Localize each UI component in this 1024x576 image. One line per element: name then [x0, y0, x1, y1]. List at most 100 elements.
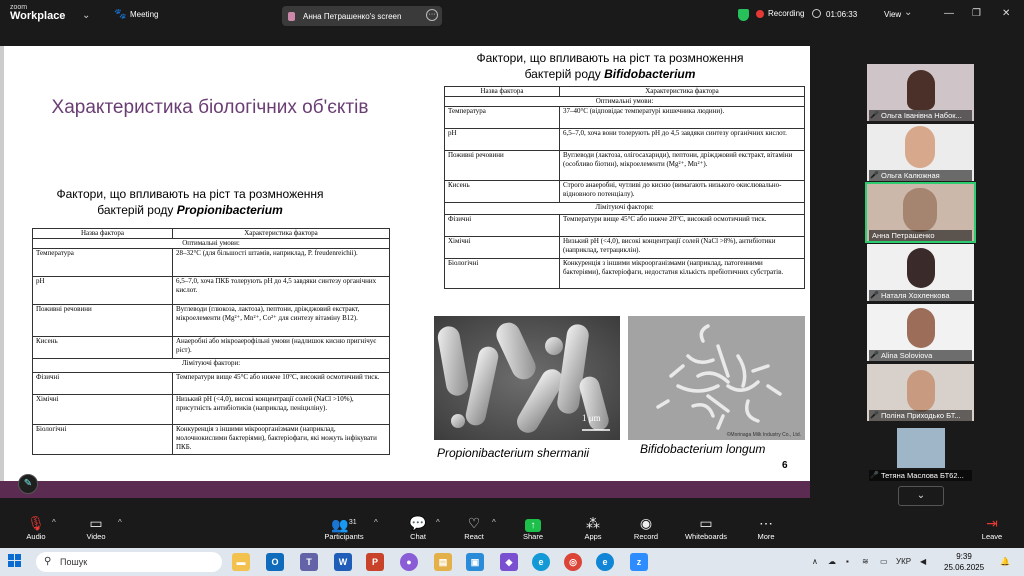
left-heading-prefix: бактерій роду [97, 203, 177, 217]
teams-icon[interactable]: T [300, 553, 318, 571]
cloud-icon[interactable]: ☁ [828, 557, 836, 566]
outlook-icon[interactable]: O [266, 553, 284, 571]
participant-video [905, 126, 935, 168]
app-tray-icon[interactable]: ▪ [846, 557, 849, 566]
apps-label: Apps [584, 532, 602, 541]
app-icon[interactable]: ◆ [500, 553, 518, 571]
react-label: React [464, 532, 484, 541]
meeting-toolbar: 🎙 Audio ^ ▭ Video ^ 👥31 Participants ^ 💬 Cha… [0, 510, 1024, 548]
record-icon: ◉ [639, 515, 653, 531]
participant-tile[interactable]: 🎤 Ольга Калюжная [867, 124, 974, 181]
app-icon[interactable]: ▤ [434, 553, 452, 571]
row-name: Хімічні [444, 236, 560, 259]
audio-caret-icon[interactable]: ^ [52, 518, 56, 527]
file-explorer-icon[interactable]: ▬ [232, 553, 250, 571]
participant-tile[interactable]: 🎤 Alina Soloviova [867, 304, 974, 361]
participant-tile[interactable]: 🎤 Наталя Хохленкова [867, 244, 974, 301]
participant-video [907, 308, 935, 348]
word-icon[interactable]: W [334, 553, 352, 571]
participant-tile-active[interactable]: Анна Петрашенко [865, 182, 976, 243]
app-icon[interactable]: ● [400, 553, 418, 571]
participant-video [907, 248, 935, 288]
participant-tile[interactable]: 🎤 Ольга Іванівна Набок... [867, 64, 974, 121]
participant-name: Alina Soloviova [869, 350, 972, 361]
gallery-scroll-down-button[interactable]: ⌄ [898, 486, 944, 506]
participants-button[interactable]: 👥31 Participants [314, 514, 374, 541]
more-label: More [757, 532, 775, 541]
notification-icon[interactable]: 🔔 [1000, 557, 1010, 566]
participant-video [907, 70, 935, 110]
annotate-pen-icon[interactable]: ✎ [18, 474, 38, 494]
restore-icon[interactable]: ❐ [972, 8, 981, 19]
battery-icon[interactable]: ▭ [880, 557, 888, 566]
participant-name: Ольга Калюжная [869, 170, 972, 181]
zoom-logo: zoom Workplace [10, 4, 65, 22]
participant-tile[interactable]: 🎤 Тетяна Маслова БТ62... [867, 424, 974, 481]
react-caret-icon[interactable]: ^ [492, 518, 496, 527]
timer-icon [812, 9, 821, 18]
chat-label: Chat [410, 532, 426, 541]
record-button[interactable]: ◉ Record [616, 514, 676, 541]
col-header-desc: Характеристика фактора [559, 86, 805, 97]
participant-name: Поліна Приходько БТ... [869, 410, 972, 421]
row-desc: Низький pH (<4,0), високі концентрації с… [559, 236, 805, 259]
windows-start-icon[interactable] [8, 554, 22, 568]
participant-name: Анна Петрашенко [869, 230, 972, 241]
wifi-icon[interactable]: ≋ [862, 557, 869, 566]
recording-indicator[interactable]: Recording [756, 9, 804, 18]
edge-icon[interactable]: e [532, 553, 550, 571]
mic-muted-icon: 🎙 [27, 515, 45, 531]
row-desc: Вуглеводи (лактоза, олігосахариди), пепт… [559, 150, 805, 181]
right-heading-prefix: бактерій роду [524, 67, 605, 81]
chat-caret-icon[interactable]: ^ [436, 518, 440, 527]
row-desc: 6,5–7,0, хоча вони толерують pH до 4,5 з… [559, 128, 805, 151]
whiteboards-button[interactable]: ▭ Whiteboards [676, 514, 736, 541]
row-name: Біологічні [444, 258, 560, 289]
row-name: Температура [444, 106, 560, 129]
row-desc: Анаеробні або мікроаерофільні умови (над… [172, 336, 390, 359]
audio-button[interactable]: 🎙 Audio [6, 514, 66, 541]
caption-bifidobacterium: Bifidobacterium longum [640, 442, 766, 456]
apps-button[interactable]: ⁂ Apps [563, 514, 623, 541]
section-limiting: Лімітуючі фактори: [32, 358, 390, 373]
search-icon: ⚲ [44, 556, 52, 567]
shield-check-icon[interactable] [738, 9, 749, 21]
share-button[interactable]: ↑ Share [503, 514, 563, 541]
language-indicator[interactable]: УКР [896, 557, 911, 566]
close-icon[interactable]: ✕ [1002, 8, 1010, 19]
app-icon[interactable]: ▣ [466, 553, 484, 571]
view-chevron-icon[interactable]: ⌄ [904, 7, 912, 18]
chevron-down-icon[interactable]: ⌄ [82, 10, 90, 21]
share-tab[interactable]: Анна Петрашенко's screen ··· [282, 6, 442, 26]
left-heading-line2: бактерій роду Propionibacterium [20, 202, 360, 218]
right-heading: Фактори, що впливають на ріст та розмнож… [440, 50, 780, 82]
video-button[interactable]: ▭ Video [66, 514, 126, 541]
row-desc: Конкуренція з іншими мікроорганізмами (н… [172, 424, 390, 455]
audio-label: Audio [26, 532, 46, 541]
meeting-timer: 01:06:33 [826, 10, 858, 19]
powerpoint-icon[interactable]: P [366, 553, 384, 571]
table-row: Температура 37–40°C (відповідає температу… [444, 106, 805, 129]
participants-count: 31 [348, 519, 357, 526]
table-row: Кисень Строго анаеробні, чутливі до кисню… [444, 180, 805, 203]
taskbar-search[interactable]: ⚲ Пошук [36, 552, 222, 572]
participant-tile[interactable]: 🎤 Поліна Приходько БТ... [867, 364, 974, 421]
row-name: Кисень [32, 336, 173, 359]
volume-icon[interactable]: ◀ [920, 557, 926, 566]
more-button[interactable]: ⋯ More [736, 514, 796, 541]
minimize-icon[interactable]: — [944, 8, 954, 19]
table-row: Температура 28–32°C (для більшості штамів… [32, 248, 390, 277]
participants-caret-icon[interactable]: ^ [374, 518, 378, 527]
more-options-icon[interactable]: ··· [426, 9, 438, 21]
left-heading: Фактори, що впливають на ріст та розмнож… [20, 186, 360, 218]
tray-chevron-icon[interactable]: ∧ [812, 557, 818, 566]
zoom-app-icon[interactable]: z [630, 553, 648, 571]
taskbar-clock[interactable]: 9:39 25.06.2025 [944, 551, 984, 573]
video-caret-icon[interactable]: ^ [118, 518, 122, 527]
section-row: Лімітуючі фактори: [32, 358, 390, 373]
leave-button[interactable]: ⇥ Leave [962, 514, 1022, 541]
meeting-label[interactable]: Meeting [130, 10, 158, 19]
chrome-icon[interactable]: ◎ [564, 553, 582, 571]
edge-icon[interactable]: e [596, 553, 614, 571]
view-button[interactable]: View [884, 10, 901, 19]
